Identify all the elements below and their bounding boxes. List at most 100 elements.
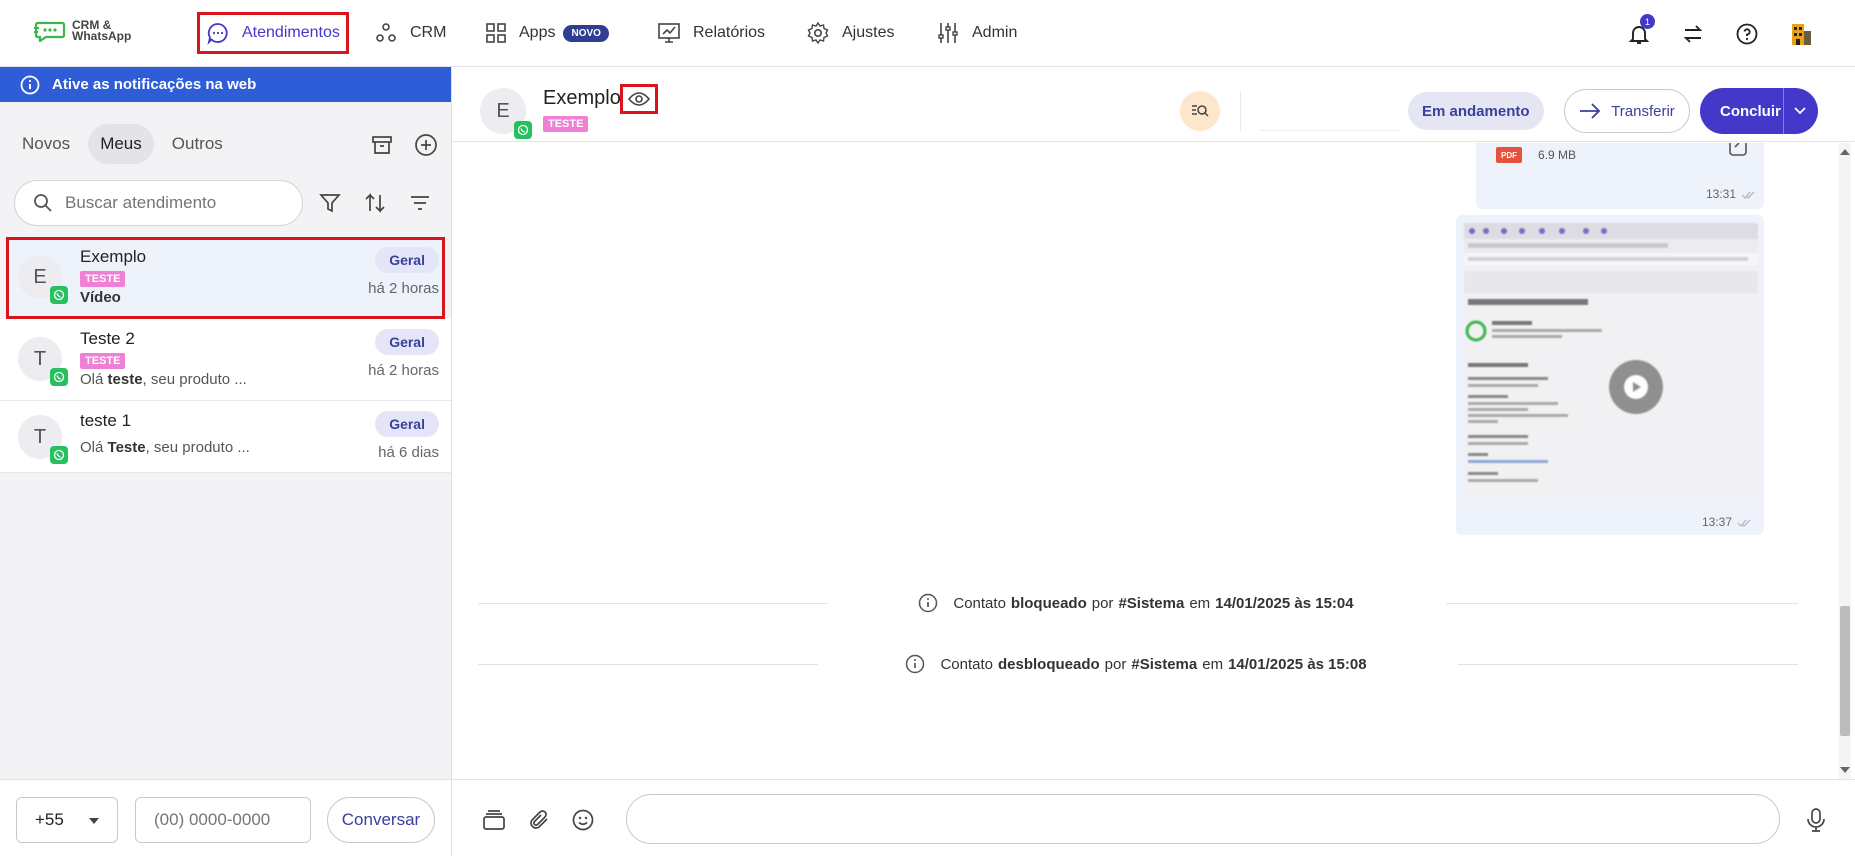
filter-lines-icon xyxy=(411,196,429,210)
info-icon xyxy=(20,75,40,95)
contact-tag: TESTE xyxy=(543,116,589,132)
chevron-down-icon[interactable] xyxy=(1793,103,1807,117)
notification-count-badge: 1 xyxy=(1640,14,1655,29)
chat-panel: E Exemplo TESTE Em andamento Transferir … xyxy=(452,67,1855,856)
help-button[interactable] xyxy=(1733,20,1761,48)
contact-name[interactable]: Exemplo xyxy=(543,87,621,110)
voice-record-button[interactable] xyxy=(1802,806,1830,834)
conversation-time: há 2 horas xyxy=(368,362,439,379)
nav-crm[interactable]: CRM xyxy=(374,12,446,54)
system-event-blocked: Contato bloqueado por #Sistema em 14/01/… xyxy=(478,591,1798,615)
nav-atendimentos-label: Atendimentos xyxy=(242,24,340,41)
new-conversation-button[interactable] xyxy=(412,131,440,159)
preview-prefix: Olá xyxy=(80,371,108,388)
app-logo[interactable]: CRM & WhatsApp xyxy=(34,19,131,42)
attach-file-button[interactable] xyxy=(525,806,553,834)
tab-novos[interactable]: Novos xyxy=(10,124,82,164)
message-input[interactable] xyxy=(626,794,1780,844)
search-conversation-box xyxy=(14,180,303,226)
conversation-tag: TESTE xyxy=(80,271,126,287)
search-messages-button[interactable] xyxy=(1180,91,1220,131)
enable-notifications-banner[interactable]: Ative as notificações na web xyxy=(0,67,451,102)
transfer-button[interactable]: Transferir xyxy=(1564,89,1690,133)
preview-bold-text: Teste xyxy=(107,439,146,456)
grid-icon xyxy=(485,22,507,44)
chart-board-icon xyxy=(657,21,681,45)
sort-order-button[interactable] xyxy=(361,189,389,217)
eye-icon xyxy=(628,92,650,106)
nav-admin[interactable]: Admin xyxy=(936,12,1017,54)
gear-icon xyxy=(806,21,830,45)
conversation-item[interactable]: T teste 1 Olá Teste, seu produto ... Ger… xyxy=(0,401,451,473)
scrollbar-thumb[interactable] xyxy=(1840,606,1850,736)
tab-outros[interactable]: Outros xyxy=(160,124,235,164)
search-conversation-input[interactable] xyxy=(65,193,285,213)
whatsapp-icon xyxy=(50,368,68,386)
sort-options-button[interactable] xyxy=(406,189,434,217)
event-divider xyxy=(478,603,828,604)
messages-area[interactable]: PDF 6.9 MB 13:31 13:37 Contato bloqueado… xyxy=(452,143,1855,779)
video-thumbnail xyxy=(1464,223,1758,499)
nav-admin-label: Admin xyxy=(972,24,1018,41)
transfer-label: Transferir xyxy=(1611,102,1675,120)
logo-text: CRM & WhatsApp xyxy=(72,19,131,42)
event-on-word: em xyxy=(1202,655,1224,673)
scroll-down-arrow-icon[interactable] xyxy=(1840,767,1850,773)
conversation-preview: Olá Teste, seu produto ... xyxy=(80,439,250,456)
nav-apps-label: Apps xyxy=(519,24,556,41)
preview-bold-text: teste xyxy=(107,371,143,388)
stack-icon xyxy=(483,810,505,830)
nav-crm-label: CRM xyxy=(410,24,447,41)
conversation-time: há 6 dias xyxy=(378,444,439,461)
conversation-item[interactable]: T Teste 2 TESTE Olá teste, seu produto .… xyxy=(0,319,451,401)
tab-meus[interactable]: Meus xyxy=(88,124,154,164)
video-message[interactable]: 13:37 xyxy=(1456,215,1764,535)
archive-icon xyxy=(372,136,392,154)
conversations-panel: Ative as notificações na web Novos Meus … xyxy=(0,67,452,856)
scroll-up-arrow-icon[interactable] xyxy=(1840,149,1850,155)
search-icon xyxy=(34,194,52,212)
avatar: T xyxy=(18,415,68,464)
avatar: E xyxy=(18,255,68,304)
country-code-select[interactable]: +55 xyxy=(16,797,118,843)
quick-replies-button[interactable] xyxy=(480,806,508,834)
event-divider xyxy=(478,664,818,665)
switch-account-button[interactable] xyxy=(1679,20,1707,48)
conversation-item[interactable]: E Exemplo TESTE Vídeo Geral há 2 horas xyxy=(6,237,445,319)
emoji-button[interactable] xyxy=(569,806,597,834)
preview-prefix: Olá xyxy=(80,439,108,456)
contact-avatar[interactable]: E xyxy=(480,88,532,139)
view-contact-button[interactable] xyxy=(620,84,658,114)
nav-ajustes[interactable]: Ajustes xyxy=(806,12,894,54)
contact-initial: E xyxy=(496,99,510,122)
event-author: #Sistema xyxy=(1118,594,1185,612)
department-badge: Geral xyxy=(375,329,439,355)
microphone-icon xyxy=(1807,808,1825,832)
whatsapp-icon xyxy=(50,446,68,464)
nav-relatorios[interactable]: Relatórios xyxy=(657,12,765,54)
message-composer xyxy=(452,779,1855,856)
event-prefix: Contato xyxy=(940,655,993,673)
messages-scrollbar[interactable] xyxy=(1839,143,1851,779)
notifications-button[interactable]: 1 xyxy=(1625,14,1655,48)
event-action: desbloqueado xyxy=(997,655,1100,673)
conclude-button[interactable]: Concluir xyxy=(1700,88,1818,134)
notify-banner-text: Ative as notificações na web xyxy=(52,76,257,93)
document-message[interactable]: PDF 6.9 MB 13:31 xyxy=(1476,143,1764,209)
open-external-icon[interactable] xyxy=(1728,143,1748,157)
nav-apps[interactable]: Apps NOVO xyxy=(485,12,609,54)
logo-chat-icon xyxy=(34,21,66,42)
nav-atendimentos[interactable]: Atendimentos xyxy=(197,12,349,54)
conclude-label: Concluir xyxy=(1720,102,1781,120)
phone-number-input[interactable] xyxy=(135,797,311,843)
filter-button[interactable] xyxy=(316,189,344,217)
play-video-button[interactable] xyxy=(1609,360,1663,414)
company-button[interactable] xyxy=(1787,20,1815,48)
sort-arrows-icon xyxy=(365,192,385,214)
archive-button[interactable] xyxy=(368,131,396,159)
start-conversation-button[interactable]: Conversar xyxy=(327,797,435,843)
whatsapp-icon xyxy=(514,121,532,139)
smiley-icon xyxy=(572,809,594,831)
event-date: 14/01/2025 às 15:08 xyxy=(1228,655,1367,673)
conversation-tabs: Novos Meus Outros xyxy=(10,124,241,164)
